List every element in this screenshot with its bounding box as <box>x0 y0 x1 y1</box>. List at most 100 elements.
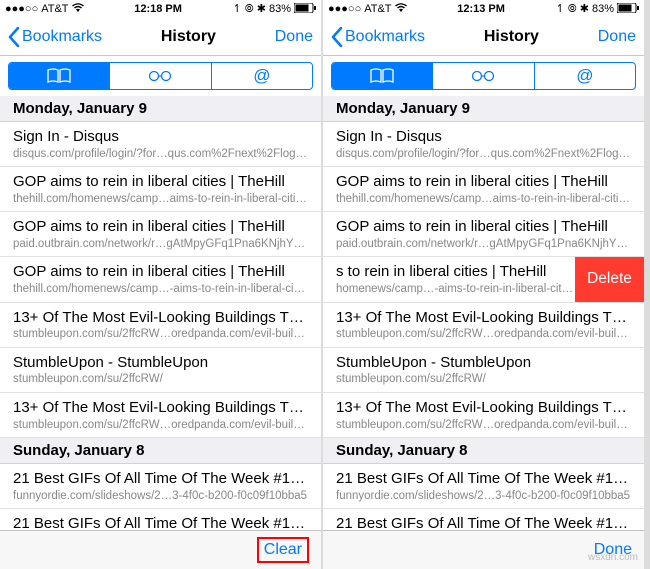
back-label: Bookmarks <box>22 28 102 46</box>
row-url: stumbleupon.com/su/2ffcRW…oredpanda.com/… <box>13 327 308 341</box>
chevron-left-icon <box>8 27 20 47</box>
row-title: GOP aims to rein in liberal cities | The… <box>13 263 308 282</box>
status-bar: ●●●○○ AT&T 12:18 PM ↿ ⦾ ✱ 83% <box>0 0 321 18</box>
history-row[interactable]: 21 Best GIFs Of All Time Of The Week #17… <box>0 464 321 509</box>
row-title: GOP aims to rein in liberal cities | The… <box>336 218 631 237</box>
carrier-label: AT&T <box>41 3 68 15</box>
history-row[interactable]: GOP aims to rein in liberal cities | The… <box>0 167 321 212</box>
wifi-icon <box>395 3 407 16</box>
history-row[interactable]: s to rein in liberal cities | TheHillhom… <box>323 257 644 302</box>
row-url: stumbleupon.com/su/2ffcRW/ <box>13 372 308 386</box>
row-url: thehill.com/homenews/camp…aims-to-rein-i… <box>13 192 308 206</box>
tab-shared-links[interactable]: @ <box>535 63 635 89</box>
row-url: disqus.com/profile/login/?for…qus.com%2F… <box>336 147 631 161</box>
row-title: 21 Best GIFs Of All Time Of The Week #17… <box>13 515 308 530</box>
section-header: Sunday, January 8 <box>0 438 321 464</box>
battery-percent: 83% <box>269 3 291 15</box>
tab-bookmarks[interactable] <box>9 63 110 89</box>
done-button[interactable]: Done <box>598 28 636 46</box>
history-row[interactable]: 21 Best GIFs Of All Time Of The Week #17… <box>0 509 321 530</box>
delete-button[interactable]: Delete <box>575 257 644 301</box>
row-url: thehill.com/homenews/camp…aims-to-rein-i… <box>336 192 631 206</box>
history-row[interactable]: 13+ Of The Most Evil-Looking Buildings T… <box>0 303 321 348</box>
segmented-control: @ <box>331 62 636 90</box>
row-url: stumbleupon.com/su/2ffcRW…oredpanda.com/… <box>336 418 631 432</box>
row-title: GOP aims to rein in liberal cities | The… <box>13 218 308 237</box>
clear-button[interactable]: Clear <box>257 537 309 563</box>
carrier-label: AT&T <box>364 3 391 15</box>
book-icon <box>46 68 72 84</box>
back-button[interactable]: Bookmarks <box>8 27 102 47</box>
battery-icon <box>294 3 316 16</box>
row-title: GOP aims to rein in liberal cities | The… <box>13 173 308 192</box>
row-title: 13+ Of The Most Evil-Looking Buildings T… <box>336 399 631 418</box>
nav-bar: Bookmarks History Done <box>0 18 321 56</box>
battery-icon <box>617 3 639 16</box>
history-row[interactable]: 21 Best GIFs Of All Time Of The Week #17… <box>323 464 644 509</box>
history-row[interactable]: GOP aims to rein in liberal cities | The… <box>0 257 321 302</box>
wifi-icon <box>72 3 84 16</box>
history-list-right[interactable]: Monday, January 9Sign In - Disqusdisqus.… <box>323 96 644 530</box>
row-title: s to rein in liberal cities | TheHill <box>336 263 575 282</box>
row-url: funnyordie.com/slideshows/2…3-4f0c-b200-… <box>13 489 308 503</box>
row-url: disqus.com/profile/login/?for…qus.com%2F… <box>13 147 308 161</box>
history-row[interactable]: 13+ Of The Most Evil-Looking Buildings T… <box>323 303 644 348</box>
status-bar: ●●●○○ AT&T 12:13 PM ↿ ⦾ ✱ 83% <box>323 0 644 18</box>
status-time: 12:13 PM <box>457 3 505 15</box>
history-row[interactable]: GOP aims to rein in liberal cities | The… <box>0 212 321 257</box>
left-screenshot: ●●●○○ AT&T 12:18 PM ↿ ⦾ ✱ 83% Bookmarks … <box>0 0 323 569</box>
glasses-icon <box>470 70 496 82</box>
row-title: StumbleUpon - StumbleUpon <box>336 354 631 373</box>
history-row[interactable]: 13+ Of The Most Evil-Looking Buildings T… <box>0 393 321 438</box>
page-title: History <box>161 28 216 46</box>
tab-reading-list[interactable] <box>433 63 534 89</box>
row-url: paid.outbrain.com/network/r…gAtMpyGFq1Pn… <box>336 237 631 251</box>
signal-dots-icon: ●●●○○ <box>328 3 361 15</box>
page-title: History <box>484 28 539 46</box>
row-url: stumbleupon.com/su/2ffcRW…oredpanda.com/… <box>13 418 308 432</box>
history-row[interactable]: Sign In - Disqusdisqus.com/profile/login… <box>0 122 321 167</box>
status-time: 12:18 PM <box>134 3 182 15</box>
history-row[interactable]: 21 Best GIFs Of All Time Of The Week #17… <box>323 509 644 530</box>
row-title: 21 Best GIFs Of All Time Of The Week #17… <box>336 470 631 489</box>
history-row[interactable]: StumbleUpon - StumbleUponstumbleupon.com… <box>0 348 321 393</box>
history-row[interactable]: Sign In - Disqusdisqus.com/profile/login… <box>323 122 644 167</box>
row-url: stumbleupon.com/su/2ffcRW/ <box>336 372 631 386</box>
row-title: StumbleUpon - StumbleUpon <box>13 354 308 373</box>
tab-shared-links[interactable]: @ <box>212 63 312 89</box>
row-url: paid.outbrain.com/network/r…gAtMpyGFq1Pn… <box>13 237 308 251</box>
book-icon <box>369 68 395 84</box>
tab-reading-list[interactable] <box>110 63 211 89</box>
signal-dots-icon: ●●●○○ <box>5 3 38 15</box>
tab-bookmarks[interactable] <box>332 63 433 89</box>
history-row[interactable]: GOP aims to rein in liberal cities | The… <box>323 212 644 257</box>
bottom-toolbar: Clear <box>0 530 321 569</box>
back-label: Bookmarks <box>345 28 425 46</box>
chevron-left-icon <box>331 27 343 47</box>
segmented-control: @ <box>8 62 313 90</box>
back-button[interactable]: Bookmarks <box>331 27 425 47</box>
row-title: 13+ Of The Most Evil-Looking Buildings T… <box>13 399 308 418</box>
at-icon: @ <box>253 66 270 86</box>
nav-bar: Bookmarks History Done <box>323 18 644 56</box>
section-header: Sunday, January 8 <box>323 438 644 464</box>
bottom-toolbar: Done <box>323 530 644 569</box>
row-title: 21 Best GIFs Of All Time Of The Week #17… <box>13 470 308 489</box>
status-indicators-icon: ↿ ⦾ ✱ <box>233 2 266 16</box>
done-button[interactable]: Done <box>275 28 313 46</box>
glasses-icon <box>147 70 173 82</box>
row-title: 21 Best GIFs Of All Time Of The Week #17… <box>336 515 631 530</box>
row-url: funnyordie.com/slideshows/2…3-4f0c-b200-… <box>336 489 631 503</box>
right-screenshot: ●●●○○ AT&T 12:13 PM ↿ ⦾ ✱ 83% Bookmarks … <box>323 0 646 569</box>
row-url: thehill.com/homenews/camp…-aims-to-rein-… <box>13 282 308 296</box>
status-indicators-icon: ↿ ⦾ ✱ <box>556 2 589 16</box>
section-header: Monday, January 9 <box>0 96 321 122</box>
history-row[interactable]: GOP aims to rein in liberal cities | The… <box>323 167 644 212</box>
row-title: GOP aims to rein in liberal cities | The… <box>336 173 631 192</box>
history-row[interactable]: StumbleUpon - StumbleUponstumbleupon.com… <box>323 348 644 393</box>
history-row[interactable]: 13+ Of The Most Evil-Looking Buildings T… <box>323 393 644 438</box>
row-title: 13+ Of The Most Evil-Looking Buildings T… <box>336 309 631 328</box>
history-list-left[interactable]: Monday, January 9Sign In - Disqusdisqus.… <box>0 96 321 530</box>
at-icon: @ <box>576 66 593 86</box>
watermark: wsxdn.com <box>588 552 638 563</box>
